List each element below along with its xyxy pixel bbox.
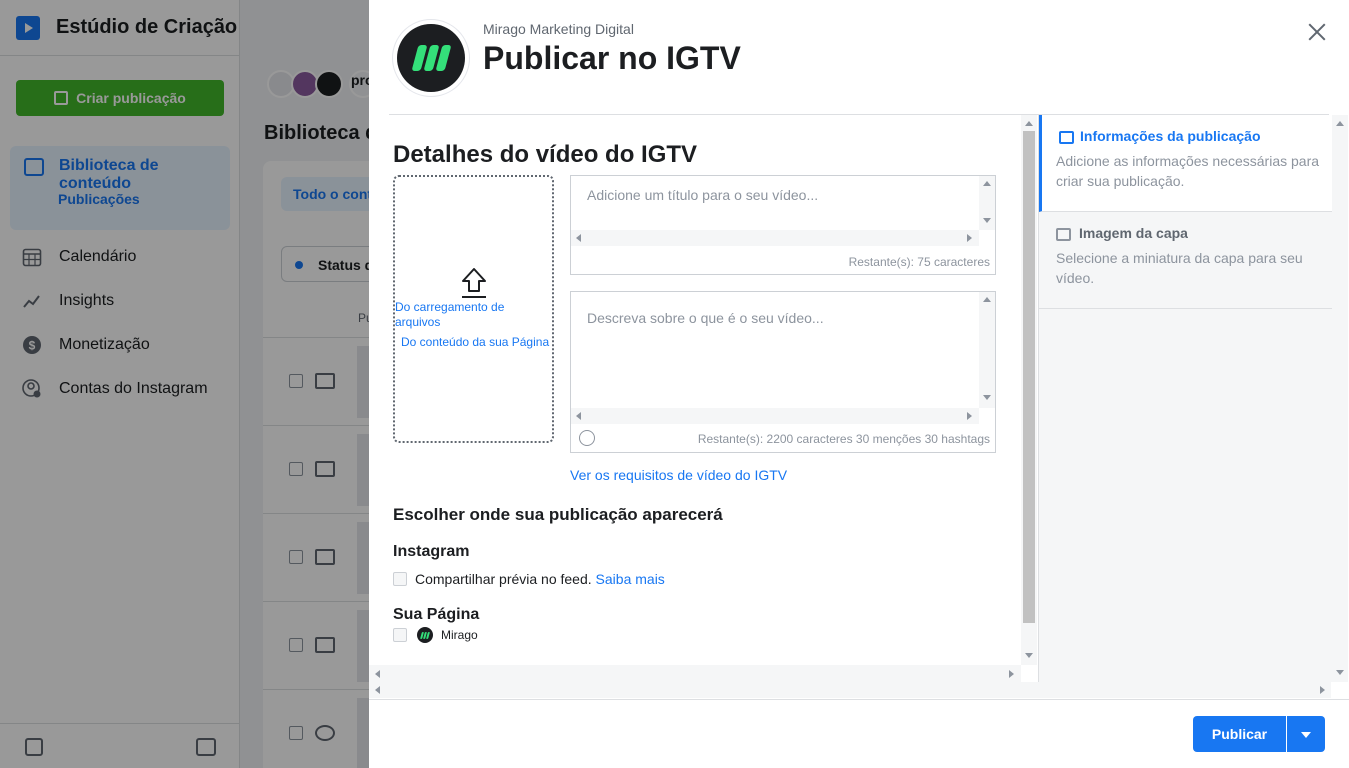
steps-panel: Informações da publicação Adicione as in… <box>1038 115 1334 682</box>
step-cover-image[interactable]: Imagem da capa Selecione a miniatura da … <box>1039 212 1334 309</box>
title-char-counter: Restante(s): 75 caracteres <box>848 255 990 269</box>
placement-title: Escolher onde sua publicação aparecerá <box>393 505 723 524</box>
video-description-field[interactable]: Descreva sobre o que é o seu vídeo... Re… <box>570 291 996 453</box>
scrollbar[interactable] <box>1021 115 1037 665</box>
mirago-logo-icon <box>411 45 451 71</box>
description-counter: Restante(s): 2200 caracteres 30 menções … <box>697 432 990 446</box>
share-preview-text: Compartilhar prévia no feed. <box>415 571 592 587</box>
publish-igtv-dialog: Mirago Marketing Digital Publicar no IGT… <box>369 0 1349 768</box>
mirago-logo-icon <box>420 631 430 639</box>
mirago-page-avatar <box>417 627 433 643</box>
scrollbar[interactable] <box>571 408 979 424</box>
scrollbar-thumb[interactable] <box>1023 131 1035 623</box>
page-name: Mirago Marketing Digital <box>483 21 634 37</box>
emoji-icon[interactable] <box>579 430 595 446</box>
step-description: Adicione as informações necessárias para… <box>1056 153 1320 189</box>
section-title: Detalhes do vídeo do IGTV <box>393 141 698 168</box>
your-page-heading: Sua Página <box>393 606 480 623</box>
scrollbar[interactable] <box>979 176 995 230</box>
publish-options-dropdown[interactable] <box>1287 716 1325 752</box>
upload-icon <box>462 268 486 298</box>
dialog-header: Mirago Marketing Digital Publicar no IGT… <box>369 0 1349 115</box>
share-preview-checkbox[interactable] <box>393 572 407 586</box>
page-checkbox[interactable] <box>393 628 407 642</box>
dialog-footer: Publicar <box>369 699 1349 768</box>
instagram-heading: Instagram <box>393 543 470 560</box>
page-avatar <box>393 20 469 96</box>
image-icon <box>1056 228 1071 241</box>
close-icon[interactable] <box>1305 20 1329 44</box>
post-details-pane: Detalhes do vídeo do IGTV Do carregament… <box>389 115 1037 665</box>
dialog-title: Publicar no IGTV <box>483 40 741 76</box>
video-title-field[interactable]: Adicione um título para o seu vídeo... R… <box>570 175 996 275</box>
scrollbar[interactable] <box>369 665 1021 683</box>
upload-from-page-link[interactable]: Do conteúdo da sua Página <box>401 335 556 349</box>
description-placeholder: Descreva sobre o que é o seu vídeo... <box>587 310 824 326</box>
scrollbar[interactable] <box>571 230 979 246</box>
upload-from-files-link[interactable]: Do carregamento de arquivos <box>395 300 545 330</box>
scrollbar[interactable] <box>979 292 995 408</box>
publish-button[interactable]: Publicar <box>1193 716 1286 752</box>
page-option-name: Mirago <box>441 628 478 642</box>
step-post-info[interactable]: Informações da publicação Adicione as in… <box>1039 115 1334 212</box>
video-requirements-link[interactable]: Ver os requisitos de vídeo do IGTV <box>570 467 787 483</box>
title-placeholder: Adicione um título para o seu vídeo... <box>587 187 819 203</box>
video-upload-dropzone[interactable]: Do carregamento de arquivos Do conteúdo … <box>393 175 554 443</box>
learn-more-link[interactable]: Saiba mais <box>596 571 665 587</box>
step-title: Imagem da capa <box>1079 225 1188 241</box>
scrollbar[interactable] <box>1332 115 1348 682</box>
share-preview-label: Compartilhar prévia no feed. Saiba mais <box>415 571 665 587</box>
scrollbar[interactable] <box>369 682 1331 698</box>
post-info-icon <box>1059 131 1074 144</box>
step-title: Informações da publicação <box>1080 128 1261 144</box>
step-description: Selecione a miniatura da capa para seu v… <box>1056 250 1303 286</box>
